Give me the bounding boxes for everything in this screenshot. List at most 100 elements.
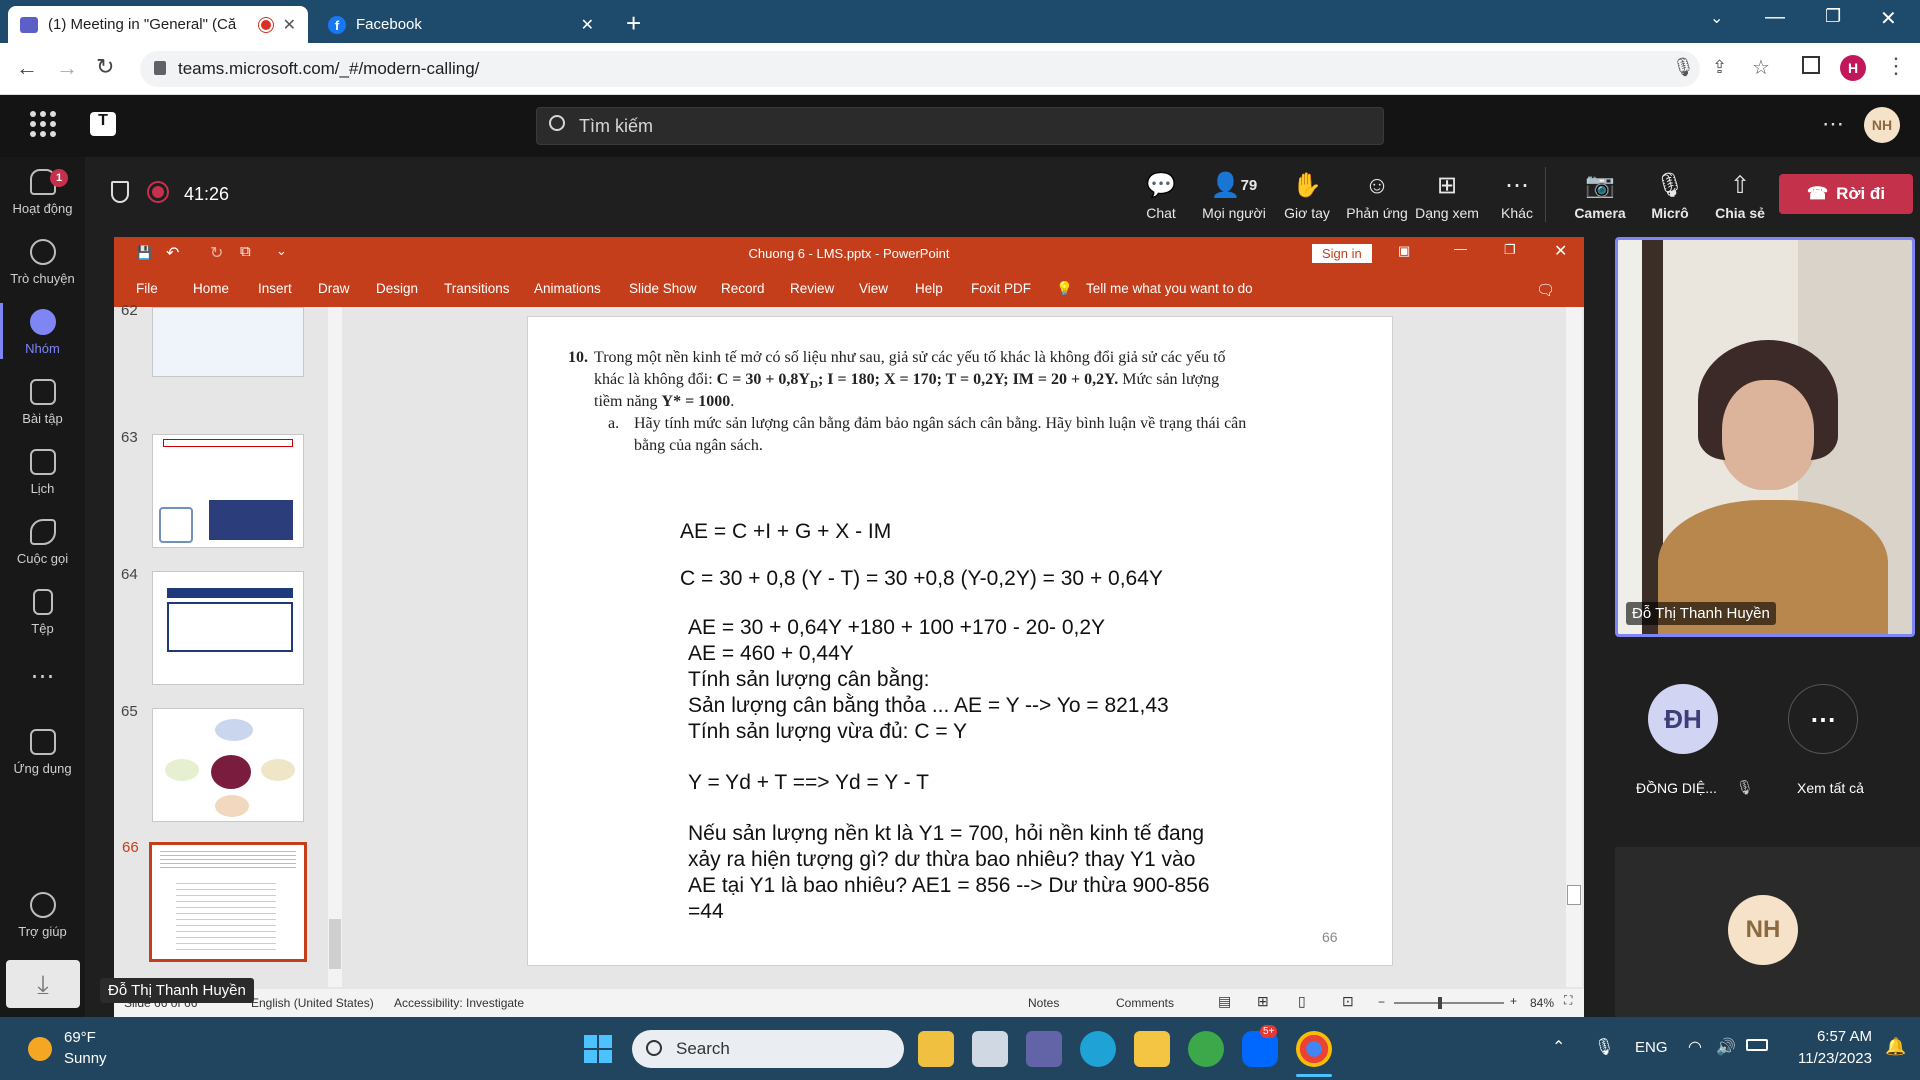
- new-tab-button[interactable]: +: [626, 8, 641, 39]
- menu-draw[interactable]: Draw: [318, 281, 350, 296]
- search-input[interactable]: Tìm kiếm: [536, 107, 1384, 145]
- battery-icon[interactable]: [1746, 1039, 1768, 1051]
- rail-item-teams[interactable]: Nhóm: [0, 309, 85, 356]
- see-all-label[interactable]: Xem tất cả: [1797, 780, 1864, 796]
- rail-item-assignments[interactable]: Bài tập: [0, 379, 85, 426]
- profile-avatar[interactable]: H: [1840, 55, 1866, 81]
- comments-button[interactable]: Comments: [1116, 996, 1174, 1010]
- close-icon[interactable]: ✕: [581, 15, 594, 35]
- app-icon-green[interactable]: [1188, 1031, 1224, 1067]
- shield-icon[interactable]: [111, 181, 129, 203]
- people-button[interactable]: 👤79 Mọi người: [1196, 171, 1272, 221]
- comments-icon[interactable]: 🗨: [1536, 281, 1555, 299]
- slideshow-view-icon[interactable]: ⊡: [1342, 993, 1354, 1010]
- mic-icon[interactable]: 🎙: [1672, 57, 1695, 78]
- reading-view-icon[interactable]: ▯: [1298, 993, 1306, 1010]
- clock-time[interactable]: 6:57 AM: [1790, 1028, 1872, 1045]
- thumb-scrollbar-thumb[interactable]: [329, 919, 341, 969]
- share-icon[interactable]: ⇪: [1712, 57, 1727, 78]
- rail-item-calendar[interactable]: Lịch: [0, 449, 85, 496]
- ribbon-display-icon[interactable]: ▣: [1398, 243, 1410, 259]
- view-button[interactable]: ⊞ Dạng xem: [1412, 171, 1482, 221]
- menu-animations[interactable]: Animations: [534, 281, 601, 296]
- leave-button[interactable]: ☎ Rời đi: [1779, 174, 1913, 214]
- taskbar-search[interactable]: Search: [632, 1030, 904, 1068]
- camera-button[interactable]: 📷 Camera: [1565, 171, 1635, 221]
- sign-in-button[interactable]: Sign in: [1312, 244, 1372, 263]
- address-bar[interactable]: teams.microsoft.com/_#/modern-calling/: [140, 51, 1700, 87]
- weather-temp[interactable]: 69°F: [64, 1029, 96, 1046]
- menu-foxit-pdf[interactable]: Foxit PDF: [971, 281, 1031, 296]
- menu-slideshow[interactable]: Slide Show: [629, 281, 697, 296]
- clock-date[interactable]: 11/23/2023: [1782, 1050, 1872, 1067]
- rail-item-calls[interactable]: Cuộc gọi: [0, 519, 85, 566]
- ppt-minimize-button[interactable]: —: [1454, 241, 1467, 256]
- language-indicator[interactable]: ENG: [1635, 1039, 1668, 1056]
- close-icon[interactable]: ✕: [283, 15, 296, 35]
- react-button[interactable]: ☺ Phản ứng: [1342, 171, 1412, 221]
- chat-button[interactable]: 💬 Chat: [1126, 171, 1196, 221]
- download-icon[interactable]: ⤓: [6, 960, 80, 1008]
- forward-button[interactable]: →: [56, 55, 78, 81]
- rail-item-apps[interactable]: Ứng dụng: [0, 729, 85, 776]
- app-icon-pre[interactable]: [918, 1031, 954, 1067]
- mic-button[interactable]: 🎙 Micrô: [1635, 171, 1705, 221]
- app-icon-taskview[interactable]: [972, 1031, 1008, 1067]
- tab-search-icon[interactable]: ⌄: [1710, 8, 1723, 28]
- accessibility-status[interactable]: Accessibility: Investigate: [394, 996, 524, 1010]
- rail-item-files[interactable]: Tệp: [0, 589, 85, 636]
- menu-help[interactable]: Help: [915, 281, 943, 296]
- menu-transitions[interactable]: Transitions: [444, 281, 510, 296]
- raise-hand-button[interactable]: ✋ Giơ tay: [1272, 171, 1342, 221]
- notes-button[interactable]: Notes: [1028, 996, 1059, 1010]
- menu-file[interactable]: File: [136, 281, 158, 296]
- zoom-slider[interactable]: [1394, 1002, 1504, 1004]
- minimize-button[interactable]: —: [1765, 6, 1785, 29]
- tab-facebook[interactable]: f Facebook ✕: [316, 6, 606, 43]
- ppt-restore-button[interactable]: ❐: [1504, 242, 1516, 258]
- zoom-slider-thumb[interactable]: [1438, 997, 1442, 1009]
- rail-item-chat[interactable]: Trò chuyện: [0, 239, 85, 286]
- slide-scrollbar-thumb[interactable]: [1567, 885, 1581, 905]
- settings-more-icon[interactable]: ⋯: [1822, 111, 1844, 137]
- menu-record[interactable]: Record: [721, 281, 765, 296]
- slide-thumbnail-63[interactable]: 63: [121, 429, 304, 548]
- back-button[interactable]: ←: [16, 55, 38, 81]
- chrome-icon[interactable]: [1296, 1031, 1332, 1067]
- wifi-icon[interactable]: ◠: [1688, 1037, 1702, 1057]
- slide-sorter-icon[interactable]: ⊞: [1257, 993, 1269, 1010]
- chrome-menu-icon[interactable]: ⋮: [1885, 53, 1907, 79]
- ppt-close-button[interactable]: ✕: [1554, 241, 1567, 261]
- notification-bell-icon[interactable]: 🔔: [1885, 1037, 1906, 1057]
- mic-icon[interactable]: 🎙: [1594, 1037, 1614, 1057]
- more-button[interactable]: ⋯ Khác: [1482, 171, 1552, 221]
- edge-icon[interactable]: [1080, 1031, 1116, 1067]
- tab-teams-meeting[interactable]: (1) Meeting in "General" (Că ✕: [8, 6, 308, 43]
- thumb-scrollbar[interactable]: [328, 307, 342, 987]
- zoom-level[interactable]: 84%: [1530, 996, 1554, 1010]
- reload-button[interactable]: ↻: [96, 54, 114, 80]
- menu-view[interactable]: View: [859, 281, 888, 296]
- side-panel-icon[interactable]: [1802, 56, 1820, 74]
- slide-thumbnail-64[interactable]: 64: [121, 566, 304, 685]
- normal-view-icon[interactable]: ▤: [1218, 993, 1231, 1010]
- weather-condition[interactable]: Sunny: [64, 1050, 107, 1067]
- participant-avatar[interactable]: ĐH: [1648, 684, 1718, 754]
- see-all-icon[interactable]: ⋯: [1788, 684, 1858, 754]
- menu-insert[interactable]: Insert: [258, 281, 292, 296]
- app-icon-teams-chat[interactable]: [1026, 1031, 1062, 1067]
- bookmark-star-icon[interactable]: ☆: [1752, 55, 1770, 80]
- user-avatar[interactable]: NH: [1864, 107, 1900, 143]
- menu-home[interactable]: Home: [193, 281, 229, 296]
- file-explorer-icon[interactable]: [1134, 1031, 1170, 1067]
- zoom-in-button[interactable]: +: [1510, 994, 1517, 1008]
- menu-review[interactable]: Review: [790, 281, 834, 296]
- language-status[interactable]: English (United States): [251, 996, 374, 1010]
- volume-icon[interactable]: 🔊: [1716, 1037, 1736, 1057]
- window-close-button[interactable]: ✕: [1880, 6, 1897, 31]
- rail-item-help[interactable]: Trợ giúp: [0, 892, 85, 939]
- slide-thumbnail-65[interactable]: 65: [121, 703, 304, 822]
- chevron-up-icon[interactable]: ⌃: [1552, 1037, 1565, 1057]
- rail-item-activity[interactable]: Hoạt động 1: [0, 169, 85, 216]
- zalo-icon[interactable]: 5+: [1242, 1025, 1278, 1067]
